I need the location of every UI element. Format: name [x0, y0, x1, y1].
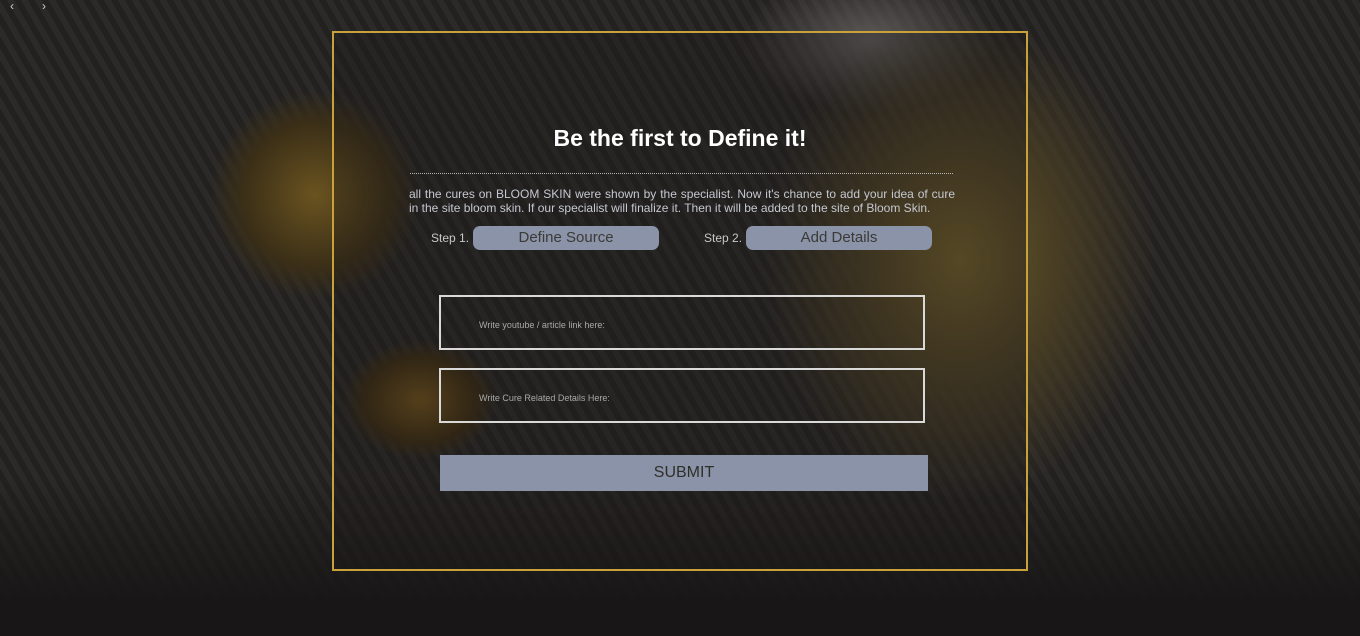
dotted-divider	[410, 173, 953, 174]
step-1-label: Step 1.	[431, 231, 470, 245]
define-cure-panel: Be the first to Define it! all the cures…	[332, 31, 1028, 571]
page-title: Be the first to Define it!	[553, 125, 807, 151]
intro-text: all the cures on BLOOM SKIN were shown b…	[409, 187, 955, 215]
define-source-button[interactable]: Define Source	[473, 226, 660, 250]
carousel-next-icon[interactable]: ›	[42, 0, 46, 12]
cure-details-input[interactable]: Write Cure Related Details Here:	[439, 368, 925, 423]
step-1: Step 1. Define Source	[431, 226, 660, 250]
background-hero: ‹ › Be the first to Define it! all the c…	[0, 0, 1360, 636]
source-link-placeholder: Write youtube / article link here:	[479, 320, 605, 330]
add-details-button[interactable]: Add Details	[746, 226, 933, 250]
submit-button[interactable]: SUBMIT	[440, 455, 928, 491]
source-link-input[interactable]: Write youtube / article link here:	[439, 295, 925, 350]
step-2: Step 2. Add Details	[704, 226, 933, 250]
carousel-prev-icon[interactable]: ‹	[10, 0, 14, 12]
cure-details-placeholder: Write Cure Related Details Here:	[479, 393, 610, 403]
step-2-label: Step 2.	[704, 231, 743, 245]
